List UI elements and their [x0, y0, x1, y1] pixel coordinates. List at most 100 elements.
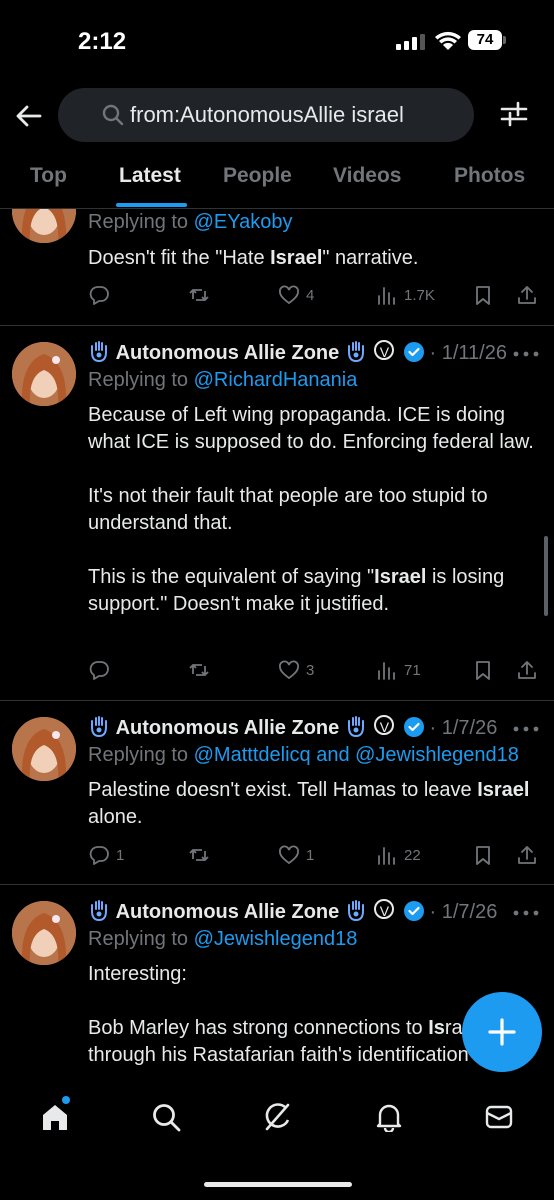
avatar[interactable] — [12, 717, 76, 781]
search-query: from:AutonomousAllie israel — [130, 102, 404, 127]
post-actions: 3 71 — [88, 656, 544, 684]
verified-badge-icon — [403, 717, 424, 737]
views-button[interactable]: 1.7K — [376, 281, 435, 309]
post-text: Doesn't fit the "Hate Israel" narrative. — [88, 247, 419, 269]
author-name[interactable]: Autonomous Allie Zone — [116, 717, 340, 739]
avatar[interactable] — [12, 342, 76, 406]
hamsa-icon — [347, 341, 364, 362]
tab-top[interactable]: Top — [30, 164, 67, 188]
repost-icon — [189, 664, 209, 676]
home-icon[interactable] — [40, 1102, 70, 1132]
v-circle-icon: V — [374, 340, 395, 360]
share-button[interactable] — [516, 656, 538, 684]
bookmark-button[interactable] — [472, 841, 494, 869]
v-circle-icon: V — [374, 899, 395, 919]
reply-handle-link[interactable]: @EYakoby — [194, 211, 293, 233]
post-header: Autonomous Allie Zone V · 1/7/26 — [88, 715, 497, 740]
more-icon[interactable] — [512, 350, 540, 358]
v-circle-icon: V — [374, 715, 395, 735]
tab-latest[interactable]: Latest — [119, 164, 181, 188]
share-button[interactable] — [516, 281, 538, 309]
notifications-icon[interactable] — [374, 1102, 404, 1132]
search-input[interactable]: from:AutonomousAllie israel — [58, 88, 474, 142]
repost-button[interactable] — [188, 841, 210, 869]
cellular-signal-icon — [396, 34, 425, 50]
replying-to: Replying to @EYakoby — [88, 211, 293, 233]
hamsa-icon — [91, 900, 107, 921]
tab-photos[interactable]: Photos — [454, 164, 525, 188]
search-tabs: Top Latest People Videos Photos — [0, 150, 554, 209]
views-icon — [378, 847, 395, 865]
active-tab-indicator — [116, 203, 187, 207]
post-date[interactable]: 1/7/26 — [442, 717, 498, 739]
bookmark-button[interactable] — [472, 656, 494, 684]
reply-handle-link[interactable]: @Jewishlegend18 — [194, 928, 358, 950]
more-icon[interactable] — [512, 909, 540, 917]
like-button[interactable]: 3 — [278, 656, 314, 684]
messages-icon[interactable] — [484, 1102, 514, 1132]
search-icon — [102, 104, 124, 126]
post-date[interactable]: 1/7/26 — [442, 901, 498, 923]
replying-to: Replying to @Jewishlegend18 — [88, 928, 358, 950]
home-notification-dot — [62, 1096, 70, 1104]
status-time: 2:12 — [78, 28, 127, 55]
reply-handle-link[interactable]: @RichardHanania — [194, 369, 358, 391]
hamsa-icon — [91, 716, 107, 737]
repost-icon — [189, 289, 209, 301]
verified-badge-icon — [403, 342, 424, 362]
like-icon — [279, 660, 299, 680]
reply-icon — [89, 286, 109, 305]
verified-badge-icon — [403, 901, 424, 921]
hamsa-icon — [347, 716, 364, 737]
replying-to: Replying to @RichardHanania — [88, 369, 358, 391]
repost-button[interactable] — [188, 656, 210, 684]
share-button[interactable] — [516, 841, 538, 869]
scrollbar[interactable] — [544, 536, 548, 616]
views-button[interactable]: 71 — [376, 656, 421, 684]
bookmark-icon — [476, 661, 490, 680]
search-icon[interactable] — [151, 1102, 181, 1132]
author-name[interactable]: Autonomous Allie Zone — [116, 901, 340, 923]
post-text: Palestine doesn't exist. Tell Hamas to l… — [88, 779, 530, 828]
compose-button[interactable] — [462, 992, 542, 1072]
replying-to: Replying to @Matttdelicq and @Jewishlege… — [88, 744, 519, 766]
filter-icon[interactable] — [500, 100, 528, 128]
bookmark-icon — [476, 846, 490, 865]
post[interactable]: Autonomous Allie Zone V · 1/11/26 Replyi… — [0, 326, 554, 701]
tab-people[interactable]: People — [223, 164, 292, 188]
post[interactable]: Autonomous Allie Zone V · 1/7/26 Replyin… — [0, 701, 554, 885]
like-icon — [279, 845, 299, 865]
back-arrow-icon[interactable] — [14, 102, 42, 130]
author-name[interactable]: Autonomous Allie Zone — [116, 342, 340, 364]
search-header: from:AutonomousAllie israel — [0, 86, 554, 146]
post-header: Autonomous Allie Zone V · 1/11/26 — [88, 340, 507, 365]
bookmark-button[interactable] — [472, 281, 494, 309]
reply-handle-link[interactable]: @Matttdelicq and @Jewishlegend18 — [194, 744, 519, 766]
views-button[interactable]: 22 — [376, 841, 421, 869]
reply-icon — [89, 661, 109, 680]
reply-button[interactable]: 1 — [88, 841, 124, 869]
post-actions: 1 1 22 — [88, 841, 544, 869]
post-date[interactable]: 1/11/26 — [442, 342, 507, 364]
repost-button[interactable] — [188, 281, 210, 309]
reply-button[interactable] — [88, 656, 110, 684]
share-icon — [518, 661, 536, 679]
like-button[interactable]: 1 — [278, 841, 314, 869]
more-icon[interactable] — [512, 725, 540, 733]
tab-videos[interactable]: Videos — [333, 164, 401, 188]
reply-button[interactable] — [88, 281, 110, 309]
bottom-nav — [0, 1072, 554, 1200]
like-icon — [279, 285, 299, 305]
avatar[interactable] — [12, 209, 76, 243]
wifi-icon — [435, 31, 461, 50]
post-actions: 4 1.7K — [88, 281, 544, 309]
grok-icon[interactable] — [262, 1102, 292, 1132]
avatar[interactable] — [12, 901, 76, 965]
post-text: Because of Left wing propaganda. ICE is … — [88, 404, 534, 615]
post-header: Autonomous Allie Zone V · 1/7/26 — [88, 899, 497, 924]
post[interactable]: Replying to @EYakoby Doesn't fit the "Ha… — [0, 209, 554, 326]
views-icon — [378, 662, 395, 680]
like-button[interactable]: 4 — [278, 281, 314, 309]
home-indicator — [204, 1182, 352, 1187]
battery-tip — [503, 36, 506, 44]
